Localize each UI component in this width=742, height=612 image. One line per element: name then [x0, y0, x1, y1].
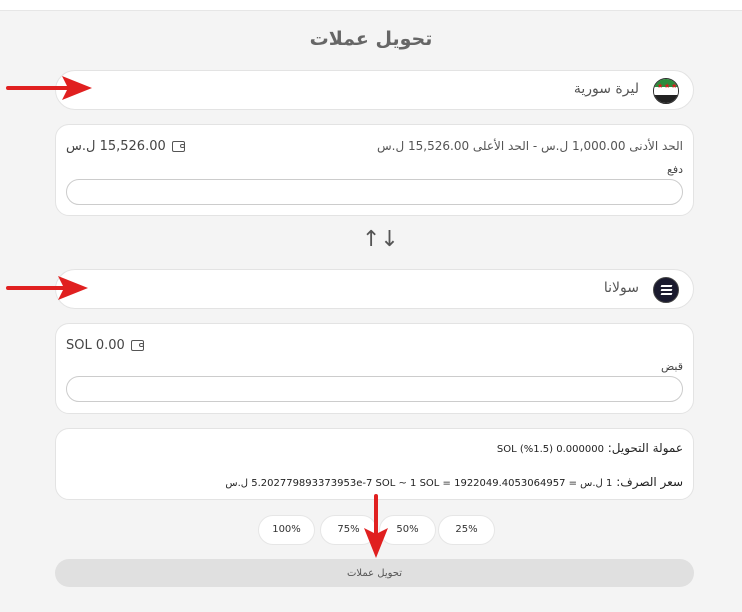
- receive-balance: SOL 0.00: [66, 338, 145, 353]
- fee-row: عمولة التحويل: 0.000000 SOL (%1.5): [497, 441, 683, 455]
- from-currency-label: ليرة سورية: [573, 81, 639, 97]
- top-bar: [0, 0, 742, 11]
- annotation-arrow-icon: [6, 76, 92, 100]
- pay-limits: الحد الأدنى 1,000.00 ل.س - الحد الأعلى 1…: [377, 139, 683, 153]
- rate-row: سعر الصرف: 1 ل.س = 5.202779893373953e-7 …: [225, 475, 683, 489]
- fee-value: 0.000000 SOL (%1.5): [496, 444, 604, 455]
- percent-25-button[interactable]: 25%: [438, 515, 495, 545]
- conversion-info: عمولة التحويل: 0.000000 SOL (%1.5) سعر ا…: [55, 428, 694, 500]
- pay-balance: 15,526.00 ل.س: [66, 139, 186, 154]
- receive-card: SOL 0.00 قبض: [55, 323, 694, 414]
- convert-submit-button[interactable]: تحويل عملات: [55, 559, 694, 587]
- pay-card: 15,526.00 ل.س الحد الأدنى 1,000.00 ل.س -…: [55, 124, 694, 216]
- swap-arrows-icon[interactable]: ↑↓: [362, 229, 399, 251]
- wallet-icon: [130, 340, 145, 351]
- annotation-arrow-icon: [6, 276, 88, 300]
- annotation-arrow-icon: [364, 494, 388, 558]
- receive-balance-value: SOL 0.00: [66, 338, 125, 353]
- from-currency-selector[interactable]: ★ ★ ★ ليرة سورية: [55, 70, 694, 110]
- page-title: تحويل عملات: [309, 28, 433, 50]
- pay-amount-input[interactable]: [66, 179, 683, 205]
- wallet-icon: [171, 141, 186, 152]
- pay-field-label: دفع: [666, 163, 683, 176]
- solana-icon: [653, 277, 679, 303]
- fee-label: عمولة التحويل:: [607, 441, 683, 455]
- pay-balance-value: 15,526.00 ل.س: [66, 139, 166, 154]
- rate-label: سعر الصرف:: [616, 475, 683, 489]
- to-currency-label: سولانا: [603, 280, 639, 296]
- receive-amount-input[interactable]: [66, 376, 683, 402]
- receive-field-label: قبض: [660, 360, 683, 373]
- percent-100-button[interactable]: 100%: [258, 515, 315, 545]
- to-currency-selector[interactable]: سولانا: [55, 269, 694, 309]
- syria-flag-icon: ★ ★ ★: [653, 78, 679, 104]
- rate-value: 1 ل.س = 5.202779893373953e-7 SOL ~ 1 SOL…: [225, 478, 613, 489]
